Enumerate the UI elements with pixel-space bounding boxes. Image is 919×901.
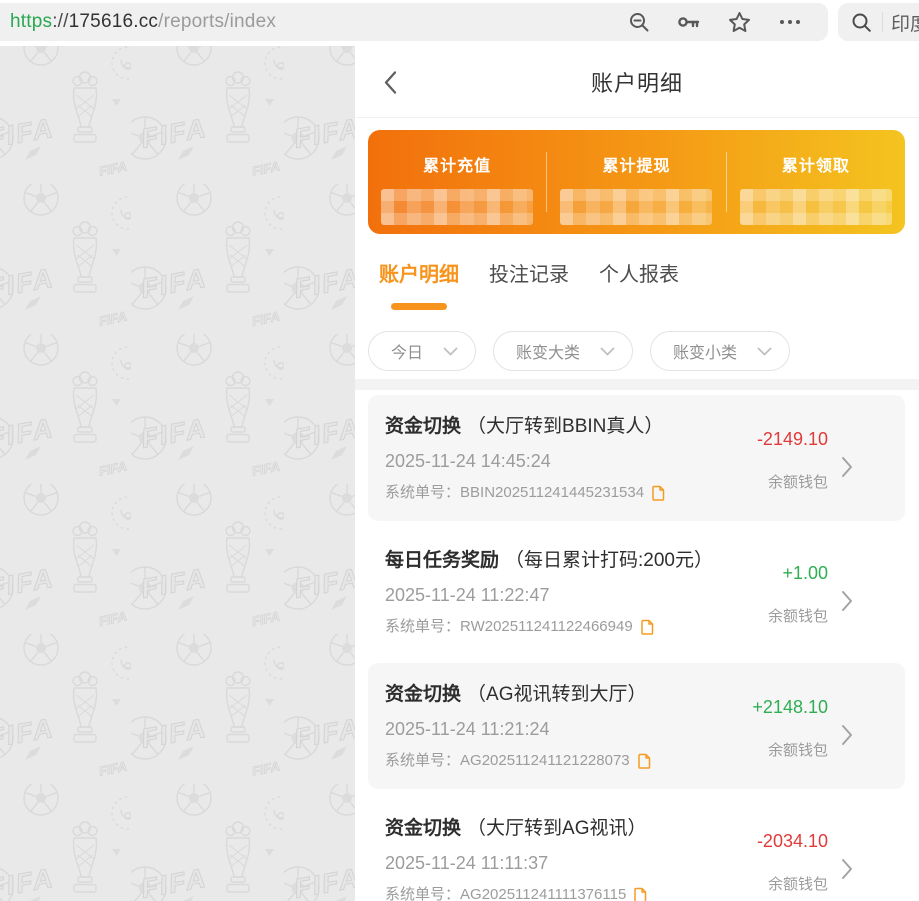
url-scheme: https <box>10 11 52 32</box>
transaction-amount: -2034.10 <box>757 830 828 852</box>
transaction-amount: +1.00 <box>768 562 828 584</box>
section-divider <box>355 379 919 390</box>
browser-search-field[interactable]: 印度 <box>838 3 919 41</box>
wallet-label: 余额钱包 <box>757 474 828 492</box>
url-text: https://175616.cc/reports/index <box>0 11 276 33</box>
order-label: 系统单号： <box>385 752 460 769</box>
transaction-order: 系统单号： AG202511241111376115 <box>385 886 647 901</box>
summary-card: 累计充值 累计提现 累计领取 <box>368 130 905 234</box>
chevron-down-icon <box>757 347 772 356</box>
chevron-right-icon <box>841 456 853 478</box>
filter-date[interactable]: 今日 <box>368 331 476 371</box>
summary-label: 累计提现 <box>602 152 670 176</box>
tab-bet-records[interactable]: 投注记录 <box>489 260 569 310</box>
transaction-datetime: 2025-11-24 11:21:24 <box>385 719 651 739</box>
summary-withdraw: 累计提现 <box>547 130 725 234</box>
url-separator: :// <box>52 11 68 32</box>
transaction-title: 资金切换（大厅转到BBIN真人） <box>385 414 665 439</box>
screen: https://175616.cc/reports/index <box>0 0 919 901</box>
transaction-amount: -2149.10 <box>757 428 828 450</box>
copy-icon[interactable] <box>633 887 647 901</box>
filter-bar: 今日 账变大类 账变小类 <box>355 331 919 371</box>
tab-personal-report[interactable]: 个人报表 <box>599 260 679 310</box>
url-domain: 175616.cc <box>69 11 158 32</box>
url-path: /reports/index <box>158 11 276 32</box>
chevron-right-icon <box>841 724 853 746</box>
order-number: RW202511241122466949 <box>460 618 633 635</box>
transaction-title: 每日任务奖励（每日累计打码:200元） <box>385 548 713 573</box>
transaction-datetime: 2025-11-24 11:22:47 <box>385 585 713 605</box>
chevron-down-icon <box>600 347 615 356</box>
search-divider <box>882 12 883 32</box>
browser-bar: https://175616.cc/reports/index <box>0 0 919 46</box>
transaction-datetime: 2025-11-24 11:11:37 <box>385 853 647 873</box>
more-options-icon[interactable] <box>778 11 802 33</box>
wallet-label: 余额钱包 <box>752 742 828 760</box>
transaction-list: 资金切换（大厅转到BBIN真人） 2025-11-24 14:45:24 系统单… <box>368 390 905 901</box>
chevron-right-icon <box>841 858 853 880</box>
zoom-out-icon[interactable] <box>628 11 650 33</box>
transaction-row[interactable]: 每日任务奖励（每日累计打码:200元） 2025-11-24 11:22:47 … <box>368 524 905 658</box>
tab-account-detail[interactable]: 账户明细 <box>379 260 459 310</box>
panel-header: 账户明细 <box>355 46 919 118</box>
transaction-datetime: 2025-11-24 14:45:24 <box>385 451 665 471</box>
masked-value <box>560 189 712 225</box>
active-tab-underline <box>391 303 447 310</box>
filter-major-category[interactable]: 账变大类 <box>493 331 633 371</box>
copy-icon[interactable] <box>651 485 665 501</box>
fifa-pattern-svg: FIFA FIFA <box>0 46 355 901</box>
wallet-label: 余额钱包 <box>768 608 828 626</box>
page-content: FIFA FIFA 账户明细 <box>0 46 919 901</box>
account-panel: 账户明细 累计充值 累计提现 累计领取 <box>355 46 919 901</box>
transaction-order: 系统单号： AG202511241121228073 <box>385 752 651 769</box>
fifa-watermark-background: FIFA FIFA <box>0 46 355 901</box>
masked-value <box>740 189 892 225</box>
summary-deposit: 累计充值 <box>368 130 546 234</box>
wallet-label: 余额钱包 <box>757 876 828 894</box>
summary-label: 累计充值 <box>423 152 491 176</box>
transaction-order: 系统单号： BBIN202511241445231534 <box>385 484 665 501</box>
search-icon <box>851 12 872 33</box>
masked-value <box>381 189 533 225</box>
tab-bar: 账户明细 投注记录 个人报表 <box>355 234 919 310</box>
copy-icon[interactable] <box>637 753 651 769</box>
transaction-row[interactable]: 资金切换（大厅转到BBIN真人） 2025-11-24 14:45:24 系统单… <box>368 390 905 524</box>
summary-label: 累计领取 <box>782 152 850 176</box>
chevron-right-icon <box>841 590 853 612</box>
transaction-title: 资金切换（AG视讯转到大厅） <box>385 682 651 707</box>
search-query-text: 印度 <box>891 9 919 36</box>
back-icon[interactable] <box>383 70 398 95</box>
order-number: AG202511241111376115 <box>460 886 626 901</box>
copy-icon[interactable] <box>640 619 654 635</box>
transaction-title: 资金切换（大厅转到AG视讯） <box>385 816 647 841</box>
star-icon[interactable] <box>728 11 751 33</box>
summary-claimed: 累计领取 <box>727 130 905 234</box>
key-icon[interactable] <box>677 11 701 33</box>
address-bar[interactable]: https://175616.cc/reports/index <box>0 3 828 41</box>
address-bar-icons <box>628 11 828 33</box>
transaction-row[interactable]: 资金切换（大厅转到AG视讯） 2025-11-24 11:11:37 系统单号：… <box>368 792 905 901</box>
order-label: 系统单号： <box>385 618 460 635</box>
order-number: AG202511241121228073 <box>460 752 630 769</box>
chevron-down-icon <box>443 347 458 356</box>
order-label: 系统单号： <box>385 484 460 501</box>
order-number: BBIN202511241445231534 <box>460 484 644 501</box>
transaction-row[interactable]: 资金切换（AG视讯转到大厅） 2025-11-24 11:21:24 系统单号：… <box>368 658 905 792</box>
filter-minor-category[interactable]: 账变小类 <box>650 331 790 371</box>
page-title: 账户明细 <box>355 66 919 98</box>
transaction-order: 系统单号： RW202511241122466949 <box>385 618 713 635</box>
transaction-amount: +2148.10 <box>752 696 828 718</box>
order-label: 系统单号： <box>385 886 460 901</box>
